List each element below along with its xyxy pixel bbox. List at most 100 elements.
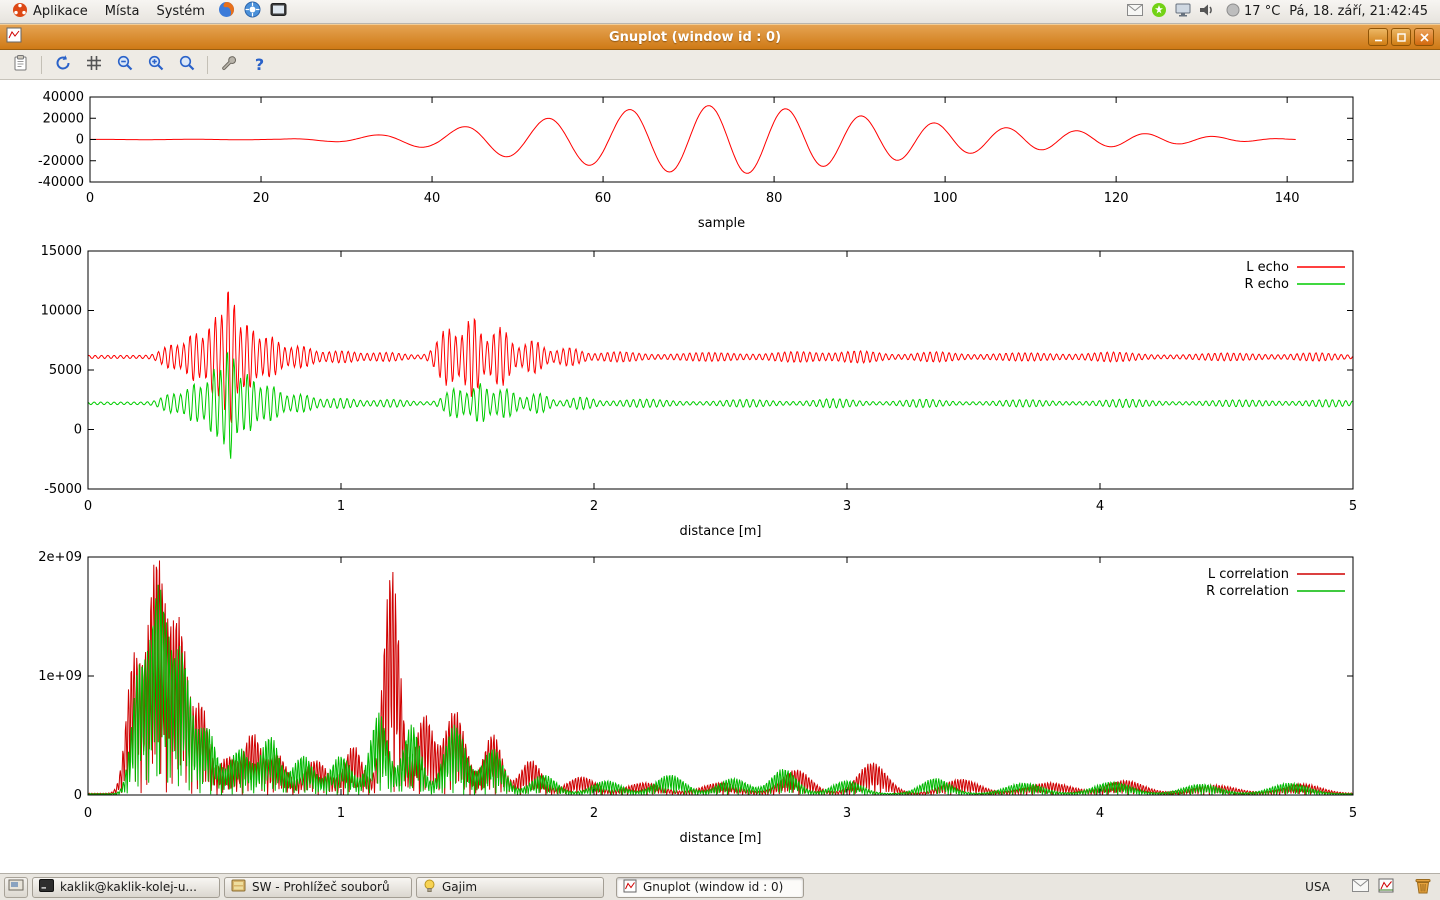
x-tick-label: 0 (84, 499, 92, 514)
task-terminal-label: kaklik@kaklik-kolej-u... (60, 880, 197, 894)
firefox-launcher[interactable] (214, 0, 239, 23)
y-tick-label: 10000 (41, 304, 82, 319)
gnuplot-window-icon (6, 27, 22, 47)
keyboard-layout-indicator[interactable]: USA (1295, 880, 1340, 894)
mail-tray-icon[interactable] (1352, 879, 1369, 895)
y-tick-label: 0 (74, 423, 82, 438)
y-tick-label: -40000 (38, 175, 84, 190)
help-launcher[interactable] (240, 0, 265, 23)
zoom-in-icon (147, 54, 165, 75)
temperature-label: 17 °C (1244, 4, 1280, 19)
x-tick-label: 120 (1104, 191, 1129, 206)
x-tick-label: 40 (424, 191, 441, 206)
trash-icon (1414, 877, 1432, 897)
weather-icon (1226, 3, 1240, 21)
x-tick-label: 20 (253, 191, 270, 206)
question-icon: ? (255, 55, 264, 74)
plot-area[interactable]: 02040608010012014040000200000-20000-4000… (0, 80, 1440, 873)
series-r-echo (88, 353, 1353, 459)
menu-places-label: Místa (105, 4, 140, 19)
close-button[interactable] (1414, 28, 1434, 46)
x-axis-label: sample (698, 216, 745, 231)
gnuplot-toolbar: ? (0, 50, 1440, 80)
system-tray (1121, 2, 1221, 22)
zoom-button[interactable] (173, 52, 200, 77)
trash-applet[interactable] (1414, 877, 1432, 897)
task-file-browser[interactable]: SW - Prohlížeč souborů (224, 877, 412, 898)
mail-notification-icon[interactable] (1127, 4, 1143, 20)
copy-clipboard-button[interactable] (7, 52, 34, 77)
terminal-launcher[interactable] (266, 1, 291, 22)
wrench-icon (220, 54, 238, 75)
x-tick-label: 3 (843, 806, 851, 821)
legend-label: R echo (1244, 277, 1289, 292)
gnuplot-tray-icon[interactable] (1378, 878, 1394, 896)
menu-applications[interactable]: Aplikace (4, 0, 96, 24)
series-series (90, 106, 1296, 174)
zoom-next-button[interactable] (142, 52, 169, 77)
x-tick-label: 1 (337, 806, 345, 821)
lifebuoy-icon (244, 1, 261, 22)
terminal-icon (270, 2, 287, 21)
menu-system-label: Systém (156, 4, 204, 19)
window-titlebar[interactable]: Gnuplot (window id : 0) (0, 24, 1440, 50)
terminal-task-icon (39, 879, 54, 895)
show-desktop-button[interactable] (4, 877, 28, 898)
x-tick-label: 0 (84, 806, 92, 821)
series-r-correlation (88, 585, 1353, 795)
x-tick-label: 100 (933, 191, 958, 206)
y-tick-label: 15000 (41, 244, 82, 259)
task-gnuplot[interactable]: Gnuplot (window id : 0) (616, 877, 804, 898)
help-button[interactable]: ? (246, 52, 273, 77)
x-tick-label: 5 (1349, 806, 1357, 821)
x-axis-label: distance [m] (679, 831, 761, 846)
grid-button[interactable] (80, 52, 107, 77)
y-tick-label: -20000 (38, 154, 84, 169)
zoom-previous-button[interactable] (111, 52, 138, 77)
y-tick-label: 0 (76, 133, 84, 148)
window-buttons (1368, 28, 1434, 46)
y-tick-label: 20000 (43, 111, 84, 126)
y-tick-label: -5000 (44, 482, 82, 497)
magnifier-icon (178, 54, 196, 75)
maximize-button[interactable] (1391, 28, 1411, 46)
menu-system[interactable]: Systém (148, 2, 212, 21)
x-tick-label: 4 (1096, 499, 1104, 514)
x-tick-label: 1 (337, 499, 345, 514)
task-terminal[interactable]: kaklik@kaklik-kolej-u... (32, 877, 220, 898)
clock-applet[interactable]: Pá, 18. září, 21:42:45 (1285, 4, 1436, 19)
x-tick-label: 0 (86, 191, 94, 206)
x-tick-label: 80 (766, 191, 783, 206)
legend-label: R correlation (1206, 584, 1289, 599)
plot-canvas[interactable]: 02040608010012014040000200000-20000-4000… (0, 80, 1440, 873)
task-file-browser-label: SW - Prohlížeč souborů (252, 880, 390, 894)
y-tick-label: 0 (74, 788, 82, 803)
update-notifier-icon[interactable] (1151, 2, 1167, 22)
lightbulb-icon (423, 879, 436, 896)
task-gajim-label: Gajim (442, 880, 477, 894)
replot-button[interactable] (49, 52, 76, 77)
weather-applet[interactable]: 17 °C (1222, 3, 1284, 21)
y-tick-label: 1e+09 (38, 669, 82, 684)
toolbar-separator (207, 56, 208, 74)
x-tick-label: 2 (590, 806, 598, 821)
y-tick-label: 40000 (43, 90, 84, 105)
menu-places[interactable]: Místa (97, 2, 148, 21)
display-icon[interactable] (1175, 3, 1191, 21)
refresh-icon (54, 54, 72, 75)
series-l-echo (88, 292, 1353, 423)
x-tick-label: 60 (595, 191, 612, 206)
chart-1: 012345150001000050000-5000distance [m]L … (41, 244, 1358, 539)
task-gajim[interactable]: Gajim (416, 877, 604, 898)
volume-icon[interactable] (1199, 3, 1215, 21)
y-tick-label: 2e+09 (38, 550, 82, 565)
top-panel: Aplikace Místa Systém 17 °C Pá, 18. září… (0, 0, 1440, 24)
minimize-button[interactable] (1368, 28, 1388, 46)
menu-applications-label: Aplikace (33, 4, 88, 19)
toolbar-separator (41, 56, 42, 74)
config-button[interactable] (215, 52, 242, 77)
clipboard-icon (12, 54, 30, 75)
x-tick-label: 5 (1349, 499, 1357, 514)
chart-0: 02040608010012014040000200000-20000-4000… (38, 90, 1353, 231)
file-manager-icon (231, 879, 246, 895)
